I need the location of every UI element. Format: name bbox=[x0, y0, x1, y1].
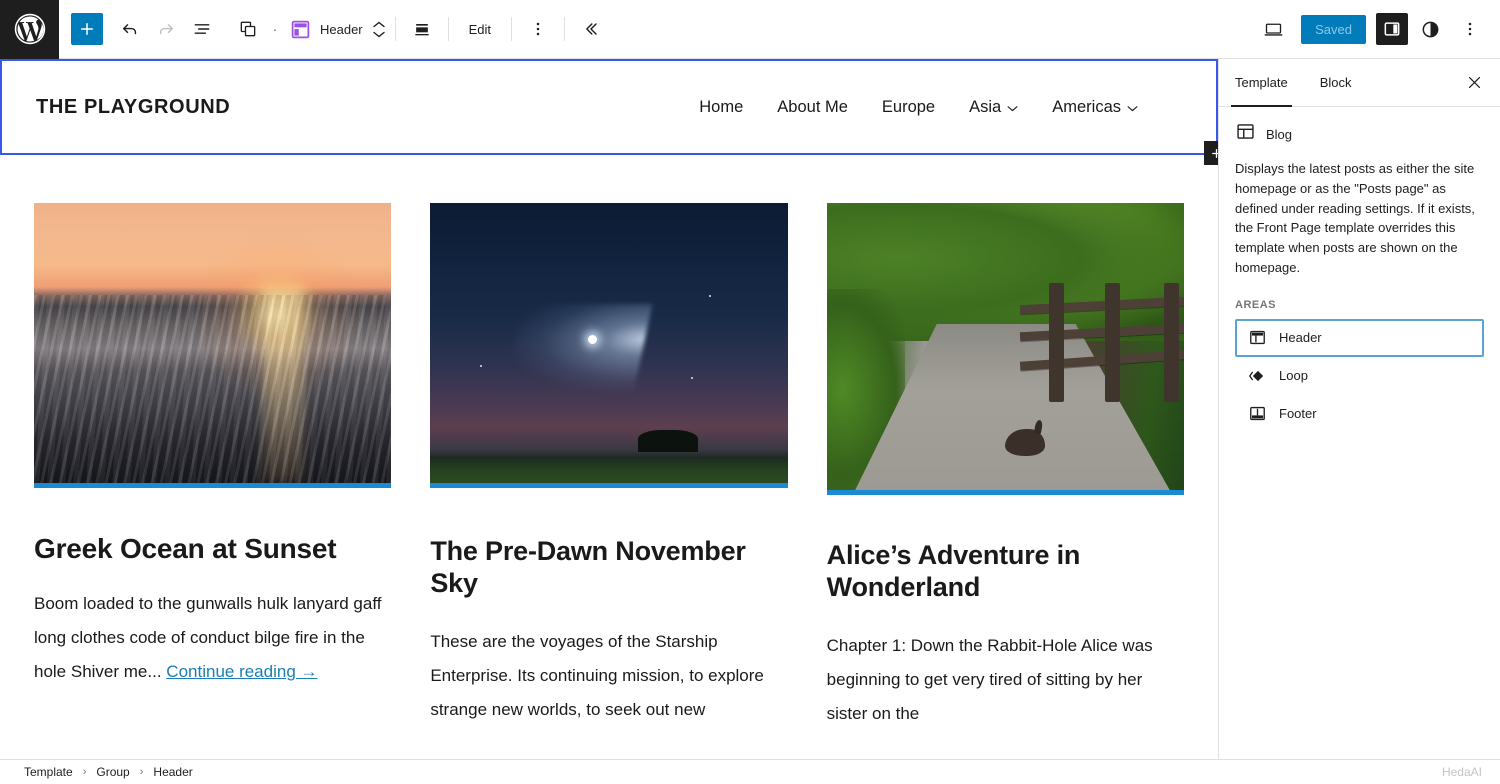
redo-button[interactable] bbox=[148, 11, 184, 47]
post-featured-image[interactable] bbox=[826, 203, 1184, 495]
selected-block-chip[interactable]: · Header bbox=[266, 11, 387, 47]
post-excerpt: Boom loaded to the gunwalls hulk lanyard… bbox=[34, 587, 391, 689]
nav-item-europe[interactable]: Europe bbox=[882, 98, 935, 117]
nav-label: Asia bbox=[969, 97, 1002, 116]
sidebar-tabs: Template Block bbox=[1219, 59, 1500, 107]
site-header-block[interactable]: THE PLAYGROUND Home About Me Europe Asia bbox=[0, 59, 1218, 165]
wordpress-logo-button[interactable] bbox=[0, 0, 59, 59]
toolbar-divider-3 bbox=[511, 17, 513, 41]
chevron-down-icon bbox=[1007, 98, 1018, 117]
post-title[interactable]: Alice’s Adventure in Wonderland bbox=[827, 540, 1184, 604]
predawn-sky-image bbox=[430, 203, 788, 483]
footer-area-icon bbox=[1247, 404, 1267, 424]
rabbit bbox=[1005, 428, 1046, 456]
post-featured-image[interactable] bbox=[430, 203, 788, 488]
nav-item-home[interactable]: Home bbox=[699, 98, 743, 117]
selected-block-name: Header bbox=[320, 21, 363, 37]
sun-reflection bbox=[262, 289, 303, 483]
editor-canvas: THE PLAYGROUND Home About Me Europe Asia bbox=[0, 59, 1219, 759]
post-card: The Pre-Dawn November Sky These are the … bbox=[430, 203, 788, 731]
site-title[interactable]: THE PLAYGROUND bbox=[36, 96, 230, 119]
breadcrumb-separator: › bbox=[139, 766, 144, 778]
list-view-button[interactable] bbox=[184, 11, 220, 47]
nav-label: About Me bbox=[777, 97, 848, 116]
nav-item-asia[interactable]: Asia bbox=[969, 98, 1018, 117]
chevron-down-icon bbox=[1127, 98, 1138, 117]
editor-root: · Header Edit Saved THE PLAYGROUND Home … bbox=[0, 0, 1500, 784]
post-title[interactable]: The Pre-Dawn November Sky bbox=[430, 536, 787, 600]
area-item-loop[interactable]: Loop bbox=[1235, 357, 1484, 395]
add-block-button[interactable] bbox=[71, 13, 103, 45]
wordpress-logo-icon bbox=[13, 12, 47, 46]
post-title[interactable]: Greek Ocean at Sunset bbox=[34, 532, 391, 565]
collapse-toolbar-button[interactable] bbox=[573, 11, 609, 47]
post-card: Greek Ocean at Sunset Boom loaded to the… bbox=[34, 203, 392, 731]
breadcrumb-separator: › bbox=[82, 766, 87, 778]
settings-sidebar: Template Block Blog Displays the latest … bbox=[1219, 59, 1500, 759]
rocket-plume bbox=[503, 303, 652, 392]
template-description: Displays the latest posts as either the … bbox=[1235, 161, 1475, 275]
breadcrumb-item-header[interactable]: Header bbox=[153, 765, 192, 779]
breadcrumb-item-group[interactable]: Group bbox=[96, 765, 129, 779]
post-excerpt: These are the voyages of the Starship En… bbox=[430, 631, 764, 719]
close-sidebar-button[interactable] bbox=[1456, 65, 1492, 101]
toolbar-divider-4 bbox=[564, 17, 566, 41]
header-block-icon bbox=[288, 17, 312, 41]
template-icon bbox=[1235, 121, 1256, 147]
nav-item-about-me[interactable]: About Me bbox=[777, 98, 848, 117]
area-label: Footer bbox=[1279, 406, 1317, 421]
post-card: Alice’s Adventure in Wonderland Chapter … bbox=[826, 203, 1184, 731]
chip-separator-dot: · bbox=[272, 20, 278, 38]
editor-body: THE PLAYGROUND Home About Me Europe Asia bbox=[0, 59, 1500, 759]
toolbar-divider-1 bbox=[394, 17, 396, 41]
watermark: HedaAI bbox=[1441, 765, 1482, 779]
breadcrumb-bar: Template › Group › Header HedaAI bbox=[0, 759, 1500, 784]
breadcrumb-item-template[interactable]: Template bbox=[24, 765, 73, 779]
toolbar-left-group: · Header Edit bbox=[59, 0, 609, 59]
nav-label: Europe bbox=[881, 97, 936, 116]
block-options-button[interactable] bbox=[520, 11, 556, 47]
continue-reading-link[interactable]: Continue reading → bbox=[166, 662, 317, 681]
toolbar-divider-2 bbox=[447, 17, 449, 41]
template-header: Blog bbox=[1235, 121, 1484, 147]
wooden-fence bbox=[1019, 283, 1184, 403]
block-move-stepper[interactable] bbox=[372, 21, 385, 38]
area-item-header[interactable]: Header bbox=[1235, 318, 1484, 357]
rabbit-path-image bbox=[826, 203, 1184, 490]
area-item-footer[interactable]: Footer bbox=[1235, 395, 1484, 433]
sidebar-content: Blog Displays the latest posts as either… bbox=[1219, 107, 1500, 433]
tab-block[interactable]: Block bbox=[1304, 59, 1368, 107]
nav-label: Americas bbox=[1052, 97, 1121, 116]
areas-section-label: Areas bbox=[1235, 298, 1277, 311]
toolbar-right-group: Saved bbox=[1255, 11, 1500, 47]
area-label: Loop bbox=[1279, 368, 1308, 383]
tab-template[interactable]: Template bbox=[1219, 59, 1304, 107]
post-featured-image[interactable] bbox=[34, 203, 392, 488]
header-area-icon bbox=[1247, 328, 1267, 348]
edit-button[interactable]: Edit bbox=[457, 22, 503, 37]
site-navigation: Home About Me Europe Asia Americas bbox=[699, 98, 1182, 117]
undo-button[interactable] bbox=[112, 11, 148, 47]
template-title: Blog bbox=[1266, 126, 1293, 142]
block-appender-button[interactable] bbox=[1204, 141, 1218, 165]
editor-toolbar: · Header Edit Saved bbox=[0, 0, 1500, 59]
settings-sidebar-toggle[interactable] bbox=[1376, 13, 1408, 45]
view-device-button[interactable] bbox=[1255, 11, 1291, 47]
nav-label: Home bbox=[699, 97, 744, 116]
loop-area-icon bbox=[1247, 366, 1267, 386]
rocket-light bbox=[587, 334, 597, 344]
document-overview-button[interactable] bbox=[230, 11, 266, 47]
nav-item-americas[interactable]: Americas bbox=[1052, 98, 1138, 117]
tree-silhouette bbox=[637, 430, 698, 453]
posts-grid: Greek Ocean at Sunset Boom loaded to the… bbox=[0, 155, 1218, 731]
ocean-sunset-image bbox=[34, 203, 392, 483]
canvas-scroll-area: THE PLAYGROUND Home About Me Europe Asia bbox=[0, 59, 1218, 759]
area-label: Header bbox=[1279, 330, 1322, 345]
save-button[interactable]: Saved bbox=[1301, 14, 1366, 44]
align-button[interactable] bbox=[404, 11, 440, 47]
styles-contrast-button[interactable] bbox=[1412, 11, 1448, 47]
post-excerpt: Chapter 1: Down the Rabbit-Hole Alice wa… bbox=[826, 635, 1153, 723]
more-options-button[interactable] bbox=[1452, 11, 1488, 47]
